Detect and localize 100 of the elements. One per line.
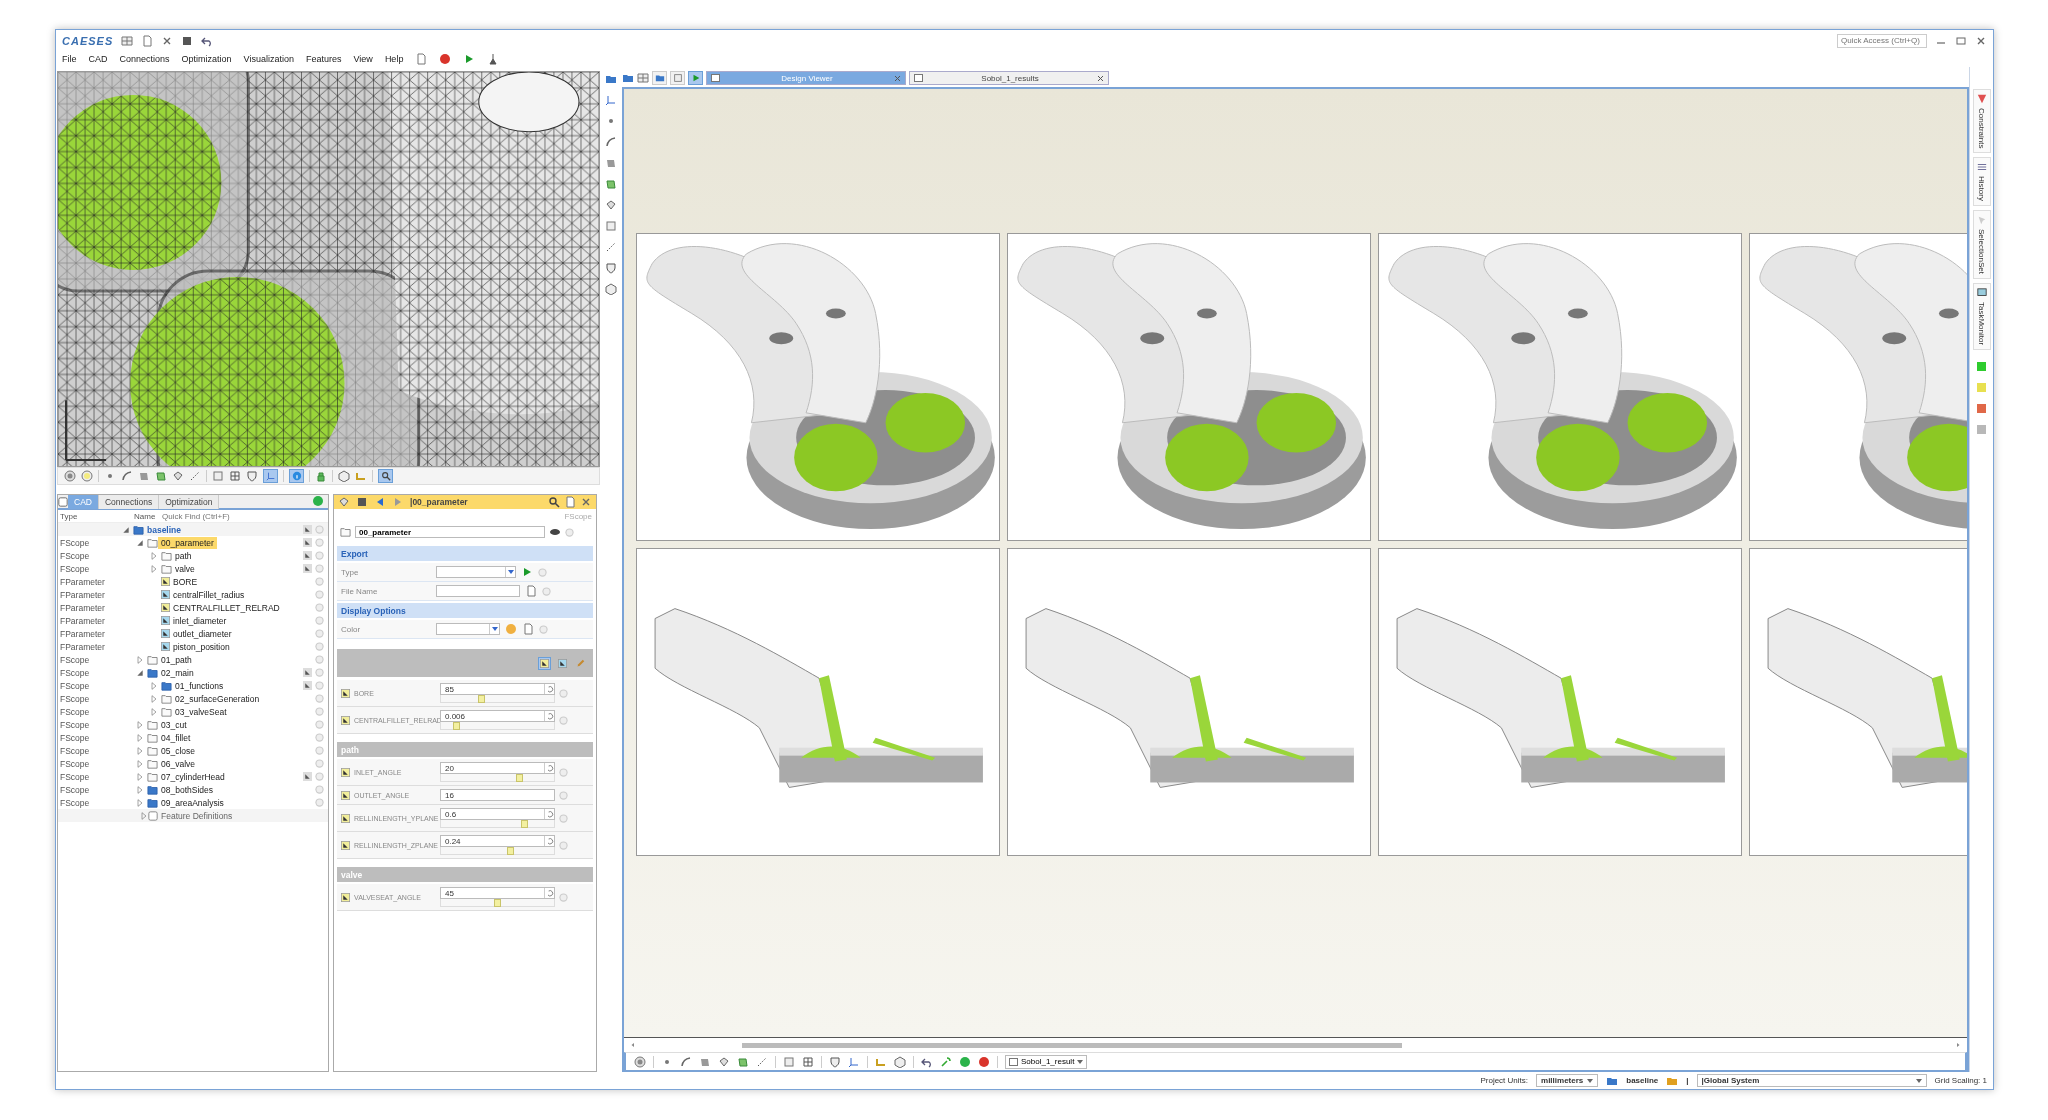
viewer-tab[interactable]: Sobol_1_results bbox=[909, 71, 1109, 85]
tree-item[interactable]: 00_parameter bbox=[158, 536, 217, 549]
tree-item[interactable]: outlet_diameter bbox=[170, 627, 235, 640]
bulb-icon[interactable] bbox=[81, 470, 93, 482]
tree-item[interactable]: 05_close bbox=[158, 744, 199, 757]
side-tab[interactable]: SelectionSet bbox=[1972, 210, 1991, 280]
file-name-field[interactable] bbox=[436, 585, 520, 597]
menu-item[interactable]: CAD bbox=[88, 54, 108, 64]
menu-item[interactable]: Optimization bbox=[181, 54, 232, 64]
menu-item[interactable]: File bbox=[62, 54, 77, 64]
reset-icon[interactable] bbox=[545, 764, 554, 772]
value-field[interactable]: 0.006 bbox=[440, 710, 555, 722]
menu-item[interactable]: View bbox=[353, 54, 373, 64]
menu-item[interactable]: Help bbox=[384, 54, 404, 64]
box-icon[interactable] bbox=[172, 470, 184, 482]
tree-item[interactable]: 03_cut bbox=[158, 718, 190, 731]
value-field[interactable]: 45 bbox=[440, 887, 555, 899]
layout-icon[interactable] bbox=[637, 72, 649, 84]
tree-item[interactable]: 08_bothSides bbox=[158, 783, 216, 796]
dropdown-arrow-icon[interactable] bbox=[491, 627, 498, 631]
play-icon[interactable] bbox=[521, 566, 533, 578]
dropdown-arrow-icon[interactable] bbox=[1587, 1078, 1594, 1083]
curve-icon[interactable] bbox=[121, 470, 133, 482]
dotted-line-icon[interactable] bbox=[189, 470, 201, 482]
curve-icon[interactable] bbox=[680, 1055, 692, 1068]
tree-item[interactable]: 04_fillet bbox=[158, 731, 194, 744]
side-tab[interactable]: Constraints bbox=[1972, 89, 1991, 154]
cube-icon[interactable] bbox=[338, 470, 350, 482]
reset-icon[interactable] bbox=[545, 889, 554, 897]
tree-item[interactable]: 09_areaAnalysis bbox=[158, 796, 227, 809]
panel-tab[interactable]: Optimization bbox=[159, 495, 220, 509]
check-icon[interactable] bbox=[312, 495, 324, 507]
panel-icon[interactable] bbox=[212, 470, 224, 482]
tree-item[interactable]: inlet_diameter bbox=[170, 614, 230, 627]
slider-thumb[interactable] bbox=[520, 820, 528, 828]
target-icon[interactable] bbox=[64, 470, 76, 482]
box-icon[interactable] bbox=[605, 199, 617, 211]
slider-thumb[interactable] bbox=[493, 899, 501, 907]
dropdown-arrow-icon[interactable] bbox=[507, 570, 514, 574]
cube-icon[interactable] bbox=[894, 1055, 906, 1068]
tree-item[interactable]: 01_functions bbox=[172, 679, 227, 692]
tree-item[interactable]: 03_valveSeat bbox=[172, 705, 230, 718]
collapse-arrow-icon[interactable] bbox=[122, 525, 130, 534]
save-icon[interactable] bbox=[181, 34, 194, 47]
value-field[interactable]: 0.6 bbox=[440, 808, 555, 820]
funnel-icon[interactable] bbox=[487, 53, 500, 65]
tree-item[interactable]: centralFillet_radius bbox=[170, 588, 248, 601]
tree-item[interactable]: path bbox=[172, 549, 195, 562]
stop-icon[interactable] bbox=[978, 1055, 990, 1068]
target-icon[interactable] bbox=[634, 1055, 646, 1068]
slider-thumb[interactable] bbox=[516, 774, 524, 782]
file-icon[interactable] bbox=[522, 623, 534, 635]
menu-item[interactable]: Connections bbox=[119, 54, 170, 64]
lock-icon[interactable] bbox=[315, 470, 327, 482]
close-icon[interactable] bbox=[580, 496, 592, 508]
folder-icon[interactable] bbox=[605, 73, 617, 85]
patch-icon[interactable] bbox=[605, 178, 617, 190]
expand-arrow-icon[interactable] bbox=[150, 707, 158, 716]
menu-item[interactable]: Features bbox=[306, 54, 342, 64]
dotted-line-icon[interactable] bbox=[605, 241, 617, 253]
tree-item[interactable]: 02_main bbox=[158, 666, 197, 679]
grid-icon[interactable] bbox=[229, 470, 241, 482]
axes-icon[interactable] bbox=[848, 1055, 860, 1068]
layout-icon[interactable] bbox=[121, 34, 134, 47]
tree-item[interactable]: 06_valve bbox=[158, 757, 199, 770]
check-icon[interactable] bbox=[959, 1055, 971, 1068]
menu-item[interactable]: Visualization bbox=[243, 54, 294, 64]
tree-item[interactable]: 07_cylinderHead bbox=[158, 770, 228, 783]
expand-arrow-icon[interactable] bbox=[136, 733, 144, 742]
tree-item[interactable]: valve bbox=[172, 562, 198, 575]
shield-icon[interactable] bbox=[246, 470, 258, 482]
reset-icon[interactable] bbox=[545, 685, 554, 693]
file-icon[interactable] bbox=[525, 585, 537, 597]
filter-button[interactable] bbox=[556, 656, 569, 670]
maximize-icon[interactable] bbox=[1955, 34, 1967, 47]
expand-arrow-icon[interactable] bbox=[150, 551, 158, 560]
shield-icon[interactable] bbox=[829, 1055, 841, 1068]
palette-icon[interactable] bbox=[505, 623, 517, 635]
color-dropdown[interactable] bbox=[436, 623, 500, 635]
curve-icon[interactable] bbox=[605, 136, 617, 148]
panel-tab[interactable]: Connections bbox=[98, 495, 160, 509]
color-swatch[interactable] bbox=[1977, 383, 1986, 393]
surface-icon[interactable] bbox=[605, 157, 617, 169]
color-swatch[interactable] bbox=[1977, 425, 1986, 435]
scroll-left-icon[interactable] bbox=[630, 1042, 636, 1048]
side-tab[interactable]: History bbox=[1972, 157, 1991, 207]
expand-arrow-icon[interactable] bbox=[136, 720, 144, 729]
expand-arrow-icon[interactable] bbox=[136, 759, 144, 768]
quick-find-field[interactable]: Quick Find (Ctrl+F) bbox=[160, 510, 310, 522]
file-icon[interactable] bbox=[415, 53, 428, 65]
patch-icon[interactable] bbox=[737, 1055, 749, 1068]
tree-item[interactable]: BORE bbox=[170, 575, 201, 588]
side-tab[interactable]: TaskMonitor bbox=[1972, 283, 1991, 351]
color-swatch[interactable] bbox=[1977, 362, 1986, 372]
cube-icon[interactable] bbox=[605, 283, 617, 295]
filter-button[interactable] bbox=[538, 656, 551, 670]
file-icon[interactable] bbox=[141, 34, 154, 47]
tree-item[interactable]: baseline bbox=[144, 523, 185, 536]
slider-thumb[interactable] bbox=[507, 847, 515, 855]
file-icon[interactable] bbox=[564, 496, 576, 508]
